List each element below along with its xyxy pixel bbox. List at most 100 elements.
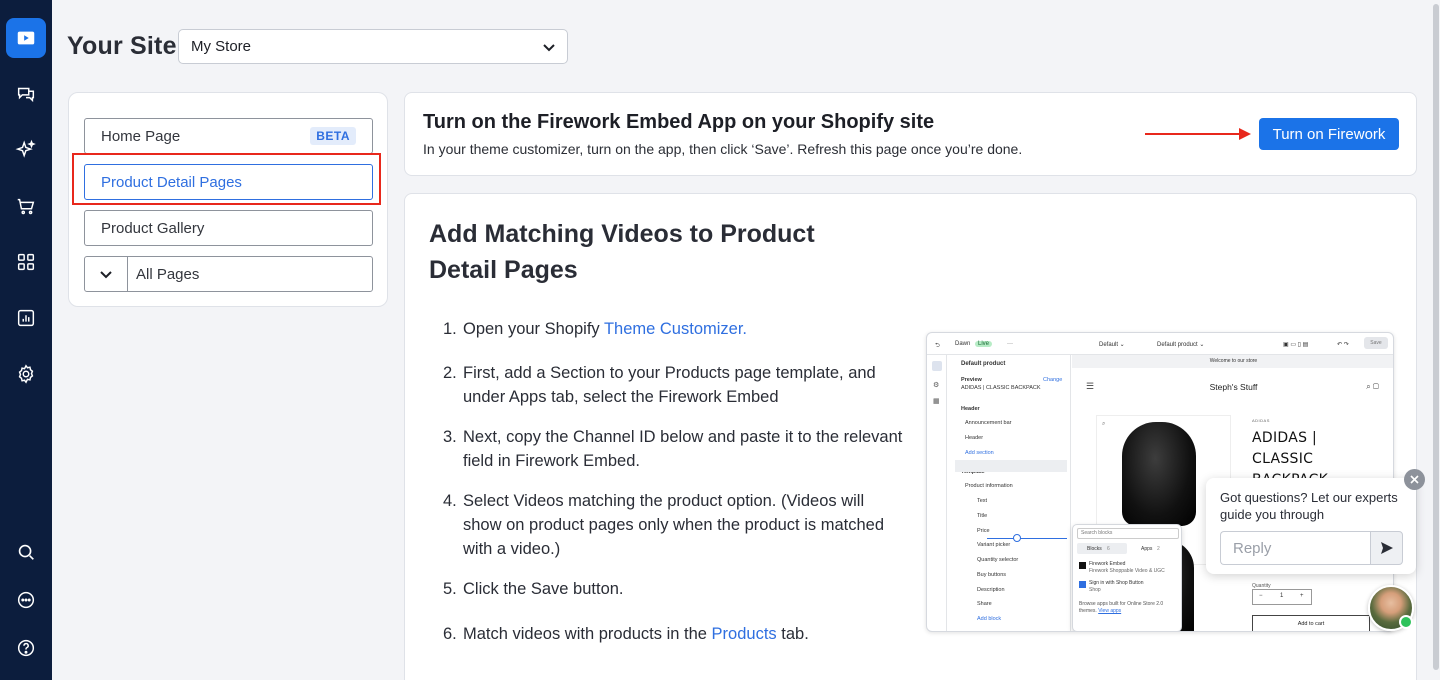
selection-highlight: [72, 153, 381, 205]
chat-reply-input[interactable]: [1220, 531, 1370, 565]
help-icon[interactable]: [6, 628, 46, 668]
online-status-dot: [1399, 615, 1413, 629]
shot-qty-value: 1: [1280, 593, 1284, 599]
step-text-suffix: tab.: [776, 625, 809, 643]
shot-product-title-line: ADIDAS |: [1252, 430, 1318, 446]
shot-browse: Browse apps built for Online Store 2.0: [1079, 601, 1164, 607]
instructions-card: Add Matching Videos to Product Detail Pa…: [404, 193, 1417, 680]
shot-apps-tab: Apps: [1141, 546, 1153, 552]
chat-close-button[interactable]: [1404, 469, 1425, 490]
store-select[interactable]: My Store: [178, 29, 568, 64]
shot-live-badge: Live: [975, 341, 993, 347]
shot-qty-minus: −: [1259, 593, 1263, 599]
shot-price: Price: [977, 528, 990, 534]
search-icon[interactable]: [6, 532, 46, 572]
shot-search-blocks: Search blocks: [1081, 530, 1113, 536]
step-number: 4.: [443, 492, 457, 510]
store-select-value: My Store: [191, 38, 252, 55]
step-item: 3. Next, copy the Channel ID below and p…: [443, 425, 903, 473]
shot-backpack-image: [1122, 422, 1196, 526]
step-item: 1. Open your Shopify Theme Customizer.: [443, 317, 903, 341]
beta-badge: BETA: [310, 127, 356, 145]
arrow-right-icon: [1145, 128, 1251, 140]
step-text: Match videos with products in the: [463, 625, 712, 643]
shot-apps-count: 2: [1157, 546, 1160, 552]
theme-customizer-link[interactable]: Theme Customizer.: [604, 320, 747, 338]
shot-default-select: Default ⌄: [1099, 342, 1125, 348]
messages-icon[interactable]: [6, 580, 46, 620]
step-text: Click the Save button.: [463, 580, 624, 598]
step-text: First, add a Section to your Products pa…: [463, 364, 876, 406]
chevron-down-icon: [543, 44, 555, 52]
step-item: 2. First, add a Section to your Products…: [443, 361, 903, 409]
video-icon[interactable]: [6, 18, 46, 58]
shot-sidebar: ⚙ ▦: [927, 355, 947, 631]
banner-subtitle: In your theme customizer, turn on the ap…: [423, 141, 1023, 157]
turn-on-firework-button[interactable]: Turn on Firework: [1259, 118, 1399, 150]
cart-icon[interactable]: [6, 186, 46, 226]
shot-view-apps: View apps: [1098, 608, 1122, 614]
page-title: Your Site: [67, 32, 177, 60]
nav-item-all-pages[interactable]: All Pages: [84, 256, 373, 292]
shot-variant: Variant picker: [977, 542, 1011, 548]
shot-firework-desc: Firework Shoppable Video & UGC: [1089, 568, 1165, 574]
shot-shop-button: Sign in with Shop Button: [1089, 580, 1144, 586]
shot-blocks-count: 6: [1107, 546, 1110, 552]
chat-bubbles-icon[interactable]: [6, 74, 46, 114]
analytics-icon[interactable]: [6, 298, 46, 338]
nav-item-product-gallery[interactable]: Product Gallery: [84, 210, 373, 246]
send-icon: [1380, 542, 1393, 554]
shot-welcome-bar: Welcome to our store: [1072, 355, 1393, 368]
shot-product-select: Default product ⌄: [1157, 342, 1205, 348]
shot-buy-buttons: Buy buttons: [977, 572, 1007, 578]
chevron-down-icon: [100, 271, 112, 279]
step-item: 4. Select Videos matching the product op…: [443, 489, 903, 561]
shot-shop: Shop: [1089, 587, 1101, 593]
shot-blocks-tab: Blocks: [1087, 546, 1102, 552]
shot-share: Share: [977, 601, 992, 607]
shot-product-information: Product information: [965, 483, 1013, 489]
instructions-title: Add Matching Videos to Product Detail Pa…: [429, 220, 815, 284]
shot-add-to-cart: Add to cart: [1252, 615, 1370, 631]
shot-browse-2: themes.: [1079, 608, 1097, 614]
shot-search-cart-icons: ⌕ ▢: [1366, 382, 1379, 391]
sparkle-icon[interactable]: [6, 130, 46, 170]
shot-title: Title: [977, 513, 988, 519]
shot-qty-plus: +: [1300, 593, 1304, 599]
step-number: 6.: [443, 625, 457, 643]
shot-add-block: Add block: [977, 616, 1002, 622]
sidebar-rail: [0, 0, 52, 680]
shot-save-button: Save: [1364, 337, 1388, 349]
turn-on-banner: Turn on the Firework Embed App on your S…: [404, 92, 1417, 176]
shot-description: Description: [977, 587, 1005, 593]
step-number: 3.: [443, 428, 457, 446]
shot-firework-embed: Firework Embed: [1089, 561, 1126, 567]
step-text: Open your Shopify: [463, 320, 604, 338]
shot-quantity-selector: Quantity selector: [977, 557, 1019, 563]
step-item: 6. Match videos with products in the Pro…: [443, 622, 903, 646]
scrollbar-thumb[interactable]: [1433, 4, 1439, 670]
settings-icon[interactable]: [6, 354, 46, 394]
step-text: Select Videos matching the product optio…: [463, 492, 885, 558]
step-number: 2.: [443, 364, 457, 382]
shot-template-list: Product information Text Title Price Var…: [947, 355, 1071, 631]
nav-item-label: Product Gallery: [101, 219, 205, 237]
chat-widget: Got questions? Let our experts guide you…: [1206, 478, 1416, 574]
nav-item-label: Home Page: [101, 127, 181, 145]
close-icon: [1410, 475, 1419, 484]
nav-item-label: All Pages: [136, 265, 200, 283]
shot-more-icon: ···: [1007, 341, 1013, 347]
grid-icon[interactable]: [6, 242, 46, 282]
shot-quantity-box: − 1 +: [1252, 589, 1312, 605]
nav-item-home-page[interactable]: Home Page BETA: [84, 118, 373, 154]
shot-undo-icon: ↶ ↷: [1337, 342, 1349, 348]
all-pages-dropdown-toggle[interactable]: [85, 257, 128, 291]
shot-topbar: ⮌ Dawn Live ··· Default ⌄ Default produc…: [927, 333, 1393, 355]
step-number: 1.: [443, 320, 457, 338]
shot-text: Text: [977, 498, 988, 504]
shot-store-name: Steph's Stuff: [1209, 382, 1258, 392]
shot-product-title-line: CLASSIC: [1252, 451, 1314, 467]
products-link[interactable]: Products: [712, 625, 777, 643]
send-button[interactable]: [1370, 531, 1403, 565]
step-number: 5.: [443, 580, 457, 598]
